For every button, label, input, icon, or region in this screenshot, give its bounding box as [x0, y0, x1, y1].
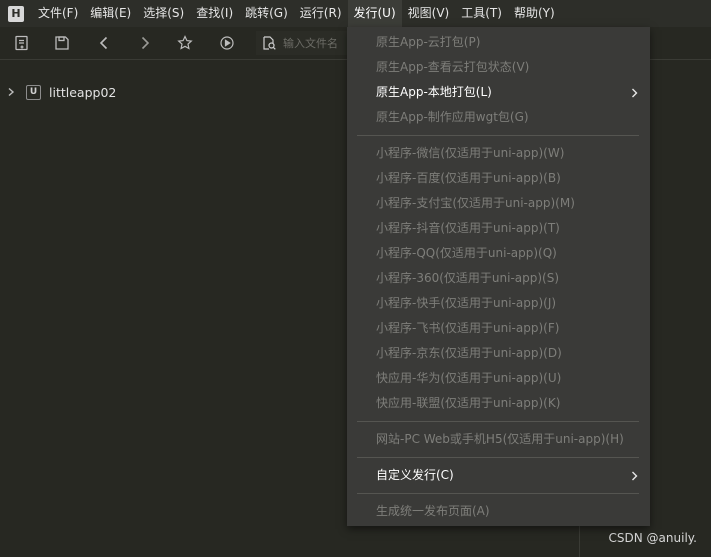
menu-view[interactable]: 视图(V)	[402, 0, 456, 27]
menu-item-app-wgt[interactable]: 原生App-制作应用wgt包(G)	[347, 105, 650, 130]
menu-item-release-page[interactable]: 生成统一发布页面(A)	[347, 499, 650, 524]
hbuilderx-logo-icon: H	[8, 5, 24, 22]
menu-separator	[357, 135, 639, 136]
publish-dropdown-menu: 原生App-云打包(P) 原生App-查看云打包状态(V) 原生App-本地打包…	[347, 27, 650, 526]
menu-item-app-cloud-status[interactable]: 原生App-查看云打包状态(V)	[347, 55, 650, 80]
menu-item-mp-weixin[interactable]: 小程序-微信(仅适用于uni-app)(W)	[347, 141, 650, 166]
menu-item-app-local-build[interactable]: 原生App-本地打包(L)	[347, 80, 650, 105]
menu-item-mp-360[interactable]: 小程序-360(仅适用于uni-app)(S)	[347, 266, 650, 291]
menu-item-quickapp-union[interactable]: 快应用-联盟(仅适用于uni-app)(K)	[347, 391, 650, 416]
menu-item-label: 原生App-本地打包(L)	[376, 85, 492, 99]
menu-separator	[357, 421, 639, 422]
file-search-box[interactable]	[256, 31, 351, 55]
menu-help[interactable]: 帮助(Y)	[508, 0, 561, 27]
menu-item-app-cloud-build[interactable]: 原生App-云打包(P)	[347, 30, 650, 55]
preview-icon[interactable]	[261, 35, 277, 51]
back-icon[interactable]	[95, 34, 113, 52]
file-search-input[interactable]	[283, 36, 343, 50]
menu-item-mp-douyin[interactable]: 小程序-抖音(仅适用于uni-app)(T)	[347, 216, 650, 241]
chevron-right-icon[interactable]	[6, 87, 16, 97]
save-icon[interactable]	[53, 34, 71, 52]
favorite-star-icon[interactable]	[176, 34, 194, 52]
menu-item-mp-baidu[interactable]: 小程序-百度(仅适用于uni-app)(B)	[347, 166, 650, 191]
menu-edit[interactable]: 编辑(E)	[84, 0, 137, 27]
submenu-arrow-icon	[632, 471, 638, 481]
menu-find[interactable]: 查找(I)	[190, 0, 239, 27]
menu-run[interactable]: 运行(R)	[294, 0, 348, 27]
menu-file[interactable]: 文件(F)	[32, 0, 84, 27]
uniapp-project-icon: U	[26, 84, 41, 100]
menu-separator	[357, 493, 639, 494]
menu-goto[interactable]: 跳转(G)	[239, 0, 294, 27]
menu-separator	[357, 457, 639, 458]
menu-item-mp-jd[interactable]: 小程序-京东(仅适用于uni-app)(D)	[347, 341, 650, 366]
forward-icon[interactable]	[136, 34, 154, 52]
menu-item-mp-qq[interactable]: 小程序-QQ(仅适用于uni-app)(Q)	[347, 241, 650, 266]
menu-tools[interactable]: 工具(T)	[455, 0, 508, 27]
watermark: CSDN @anuily.	[608, 531, 697, 545]
menu-select[interactable]: 选择(S)	[137, 0, 190, 27]
project-tree-item[interactable]: U littleapp02	[6, 83, 116, 101]
menu-item-mp-feishu[interactable]: 小程序-飞书(仅适用于uni-app)(F)	[347, 316, 650, 341]
menu-item-label: 自定义发行(C)	[376, 468, 454, 482]
project-name: littleapp02	[49, 84, 117, 100]
menu-item-web-h5[interactable]: 网站-PC Web或手机H5(仅适用于uni-app)(H)	[347, 427, 650, 452]
menu-publish[interactable]: 发行(U)	[347, 0, 402, 27]
menubar: H 文件(F) 编辑(E) 选择(S) 查找(I) 跳转(G) 运行(R) 发行…	[0, 0, 711, 27]
menu-item-custom-publish[interactable]: 自定义发行(C)	[347, 463, 650, 488]
submenu-arrow-icon	[632, 88, 638, 98]
run-icon[interactable]	[218, 34, 236, 52]
new-file-icon[interactable]	[13, 34, 31, 52]
menu-item-mp-alipay[interactable]: 小程序-支付宝(仅适用于uni-app)(M)	[347, 191, 650, 216]
menu-item-quickapp-huawei[interactable]: 快应用-华为(仅适用于uni-app)(U)	[347, 366, 650, 391]
menu-item-mp-kuaishou[interactable]: 小程序-快手(仅适用于uni-app)(J)	[347, 291, 650, 316]
